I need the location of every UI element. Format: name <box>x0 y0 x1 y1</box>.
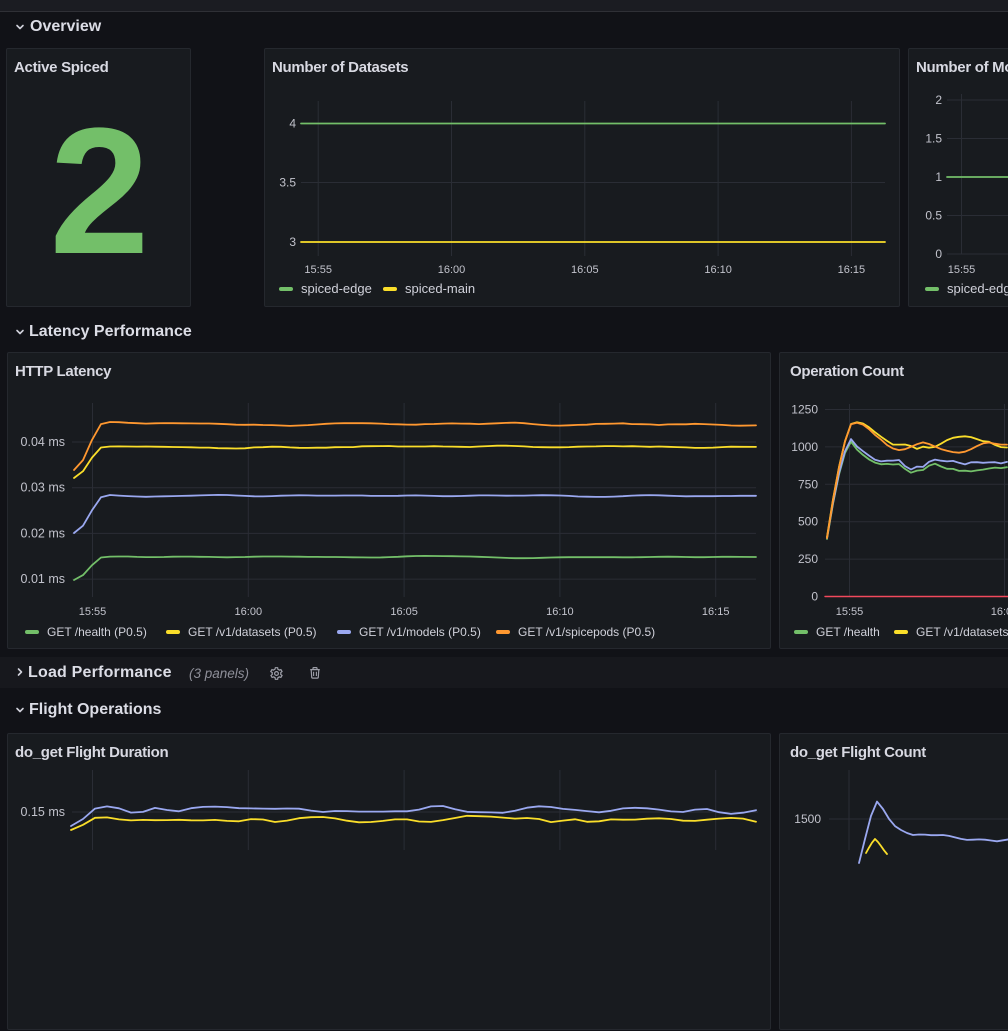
svg-text:0.01 ms: 0.01 ms <box>21 572 65 586</box>
svg-text:0: 0 <box>935 247 942 261</box>
svg-text:500: 500 <box>798 515 818 529</box>
svg-text:16:15: 16:15 <box>702 606 730 618</box>
svg-text:0.03 ms: 0.03 ms <box>21 481 65 495</box>
svg-text:15:55: 15:55 <box>304 264 332 276</box>
svg-text:15:55: 15:55 <box>948 264 976 276</box>
svg-text:1500: 1500 <box>794 812 821 826</box>
svg-text:16:00: 16:00 <box>438 264 466 276</box>
svg-text:1.5: 1.5 <box>925 132 942 146</box>
svg-text:0.04 ms: 0.04 ms <box>21 435 65 449</box>
svg-text:4: 4 <box>289 117 296 131</box>
svg-text:16:05: 16:05 <box>390 606 418 618</box>
svg-text:16:10: 16:10 <box>704 264 732 276</box>
svg-text:750: 750 <box>798 477 818 491</box>
svg-text:16:05: 16:05 <box>571 264 599 276</box>
svg-text:0: 0 <box>811 590 818 604</box>
svg-text:16:10: 16:10 <box>546 606 574 618</box>
svg-text:1: 1 <box>935 170 942 184</box>
svg-text:3: 3 <box>289 235 296 249</box>
svg-text:15:55: 15:55 <box>79 606 107 618</box>
svg-text:16:00: 16:00 <box>235 606 263 618</box>
svg-text:0.15 ms: 0.15 ms <box>21 805 65 819</box>
svg-text:250: 250 <box>798 552 818 566</box>
svg-text:16:00: 16:00 <box>991 606 1008 618</box>
svg-text:0.5: 0.5 <box>925 209 942 223</box>
svg-text:1250: 1250 <box>791 403 818 417</box>
svg-text:16:15: 16:15 <box>838 264 866 276</box>
svg-text:2: 2 <box>935 93 942 107</box>
svg-text:15:55: 15:55 <box>836 606 864 618</box>
svg-text:0.02 ms: 0.02 ms <box>21 526 65 540</box>
svg-text:3.5: 3.5 <box>279 176 296 190</box>
svg-text:1000: 1000 <box>791 440 818 454</box>
